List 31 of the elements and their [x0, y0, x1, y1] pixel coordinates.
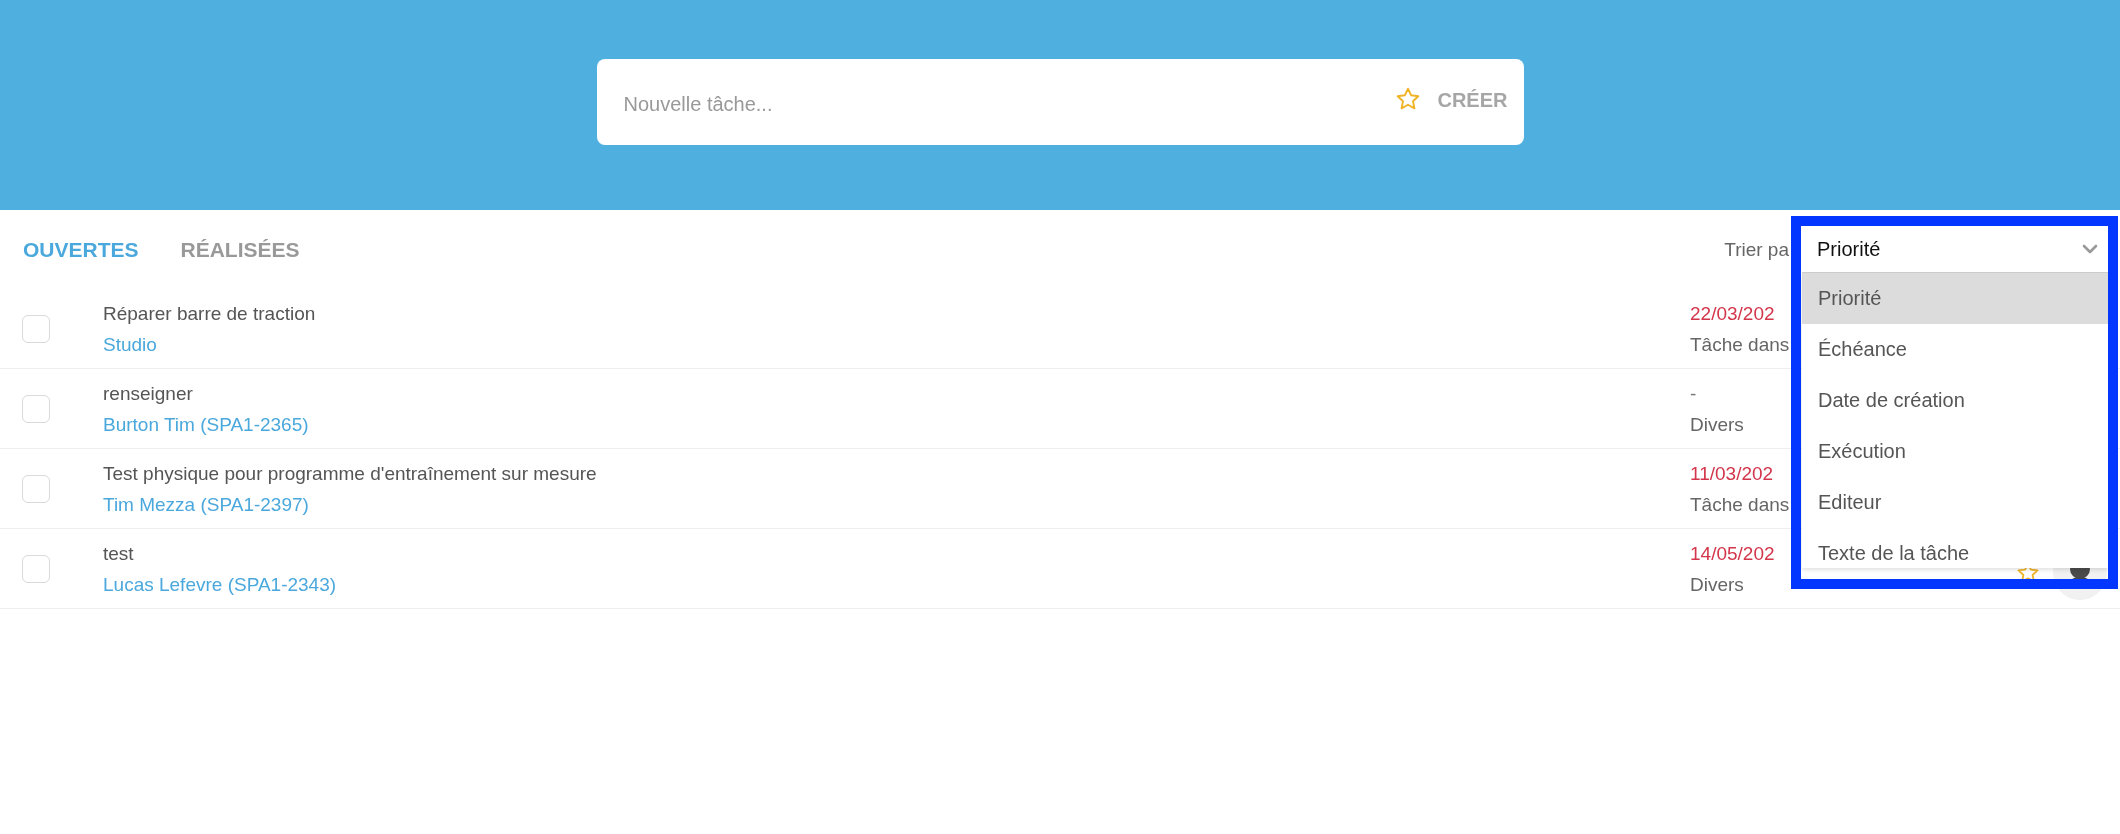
sort-option[interactable]: Priorité — [1802, 273, 2108, 324]
task-link[interactable]: Burton Tim (SPA1-2365) — [103, 408, 309, 440]
due-date: 11/03/202 — [1690, 461, 1774, 486]
star-icon[interactable] — [1395, 86, 1422, 112]
task-category: Divers — [1690, 412, 1744, 437]
task-category: Divers — [1690, 572, 1744, 597]
task-link[interactable]: Tim Mezza (SPA1-2397) — [103, 488, 309, 520]
due-date: - — [1690, 381, 1697, 406]
sort-option[interactable]: Échéance — [1802, 324, 2108, 375]
task-checkbox[interactable] — [22, 474, 50, 503]
tab[interactable]: OUVERTES — [23, 237, 139, 262]
task-link[interactable]: Studio — [103, 328, 157, 360]
task-link[interactable]: Lucas Lefevre (SPA1-2343) — [103, 568, 337, 600]
task-checkbox[interactable] — [22, 394, 50, 423]
task-title: test — [103, 541, 134, 566]
task-title: Test physique pour programme d'entraînement sur mesure — [103, 461, 597, 486]
due-date: 14/05/202 — [1690, 541, 1775, 566]
sort-option[interactable]: Exécution — [1802, 426, 2108, 477]
sort-option[interactable]: Editeur — [1802, 477, 2108, 528]
task-category: Tâche dans — [1690, 332, 1790, 357]
task-title: renseigner — [103, 381, 193, 406]
task-category: Tâche dans — [1690, 492, 1790, 517]
due-date: 22/03/202 — [1690, 301, 1775, 326]
sort-option[interactable]: Texte de la tâche — [1802, 528, 2108, 568]
chevron-down-icon — [2082, 244, 2098, 254]
task-title: Réparer barre de traction — [103, 301, 316, 326]
sort-option[interactable]: Date de création — [1802, 375, 2108, 426]
sort-label: Trier pa — [1724, 238, 1789, 261]
tab[interactable]: RÉALISÉES — [180, 237, 300, 262]
task-checkbox[interactable] — [22, 554, 50, 583]
task-checkbox[interactable] — [22, 314, 50, 343]
